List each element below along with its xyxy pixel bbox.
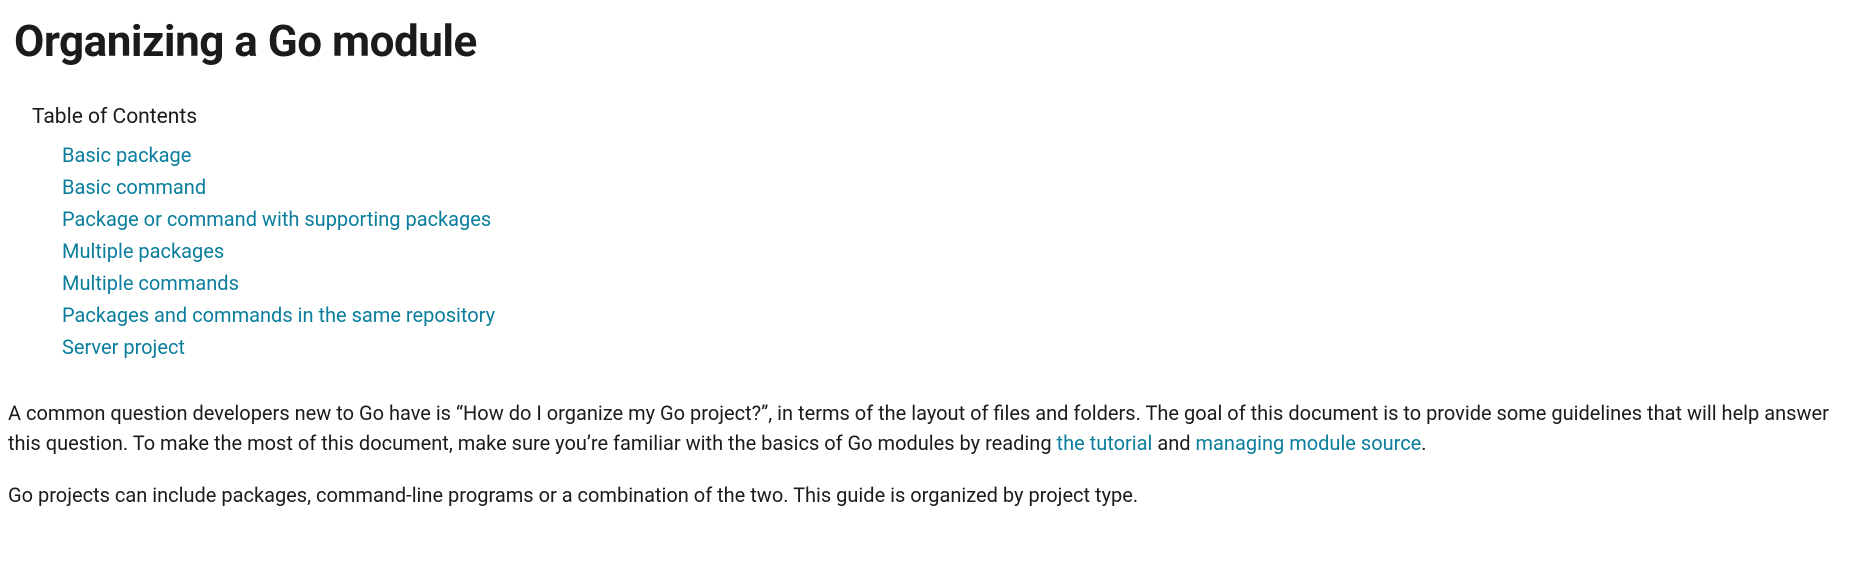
toc-link-server-project[interactable]: Server project [62, 335, 185, 359]
toc-link-basic-command[interactable]: Basic command [62, 175, 206, 199]
tutorial-link[interactable]: the tutorial [1057, 431, 1153, 455]
document-page: Organizing a Go module Table of Contents… [0, 0, 1870, 556]
table-of-contents: Table of Contents Basic package Basic co… [32, 102, 1866, 362]
toc-link-multiple-packages[interactable]: Multiple packages [62, 239, 224, 263]
toc-link-multiple-commands[interactable]: Multiple commands [62, 271, 239, 295]
intro-text-c: . [1421, 431, 1426, 455]
toc-link-package-or-command-supporting[interactable]: Package or command with supporting packa… [62, 207, 491, 231]
intro-paragraph-1: A common question developers new to Go h… [8, 398, 1866, 458]
intro-paragraph-2: Go projects can include packages, comman… [8, 480, 1866, 510]
toc-list: Basic package Basic command Package or c… [62, 140, 1866, 362]
intro-text-a: A common question developers new to Go h… [8, 401, 1829, 455]
toc-heading: Table of Contents [32, 102, 1866, 134]
intro-text-b: and [1152, 431, 1195, 455]
page-title: Organizing a Go module [14, 8, 1866, 74]
toc-link-packages-and-commands-same-repo[interactable]: Packages and commands in the same reposi… [62, 303, 495, 327]
managing-module-source-link[interactable]: managing module source [1196, 431, 1422, 455]
toc-link-basic-package[interactable]: Basic package [62, 143, 191, 167]
